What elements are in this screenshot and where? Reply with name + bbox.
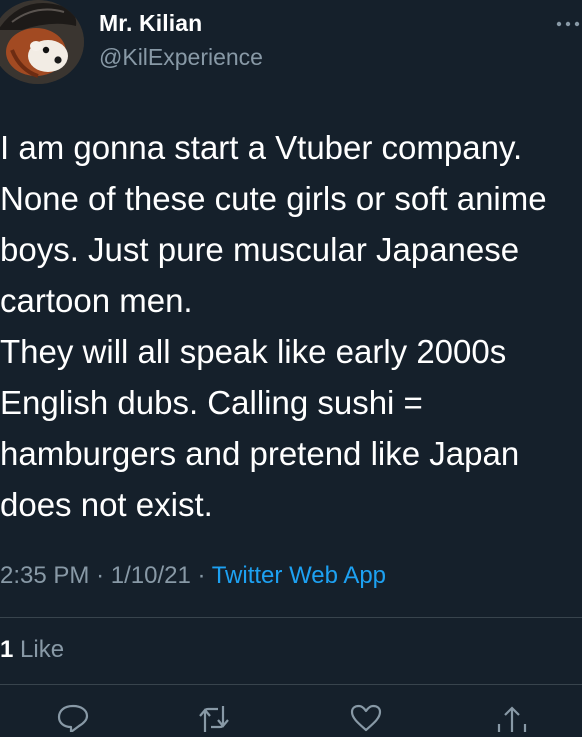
like-icon[interactable] [348, 702, 384, 732]
like-label: Like [20, 636, 65, 663]
reply-icon[interactable] [55, 702, 91, 734]
share-icon[interactable] [494, 702, 530, 732]
author-handle[interactable]: @KilExperience [99, 44, 263, 71]
divider [0, 684, 582, 685]
divider [0, 617, 582, 618]
tweet-source-link[interactable]: Twitter Web App [212, 562, 386, 589]
avatar[interactable] [0, 0, 84, 84]
tweet-date[interactable]: 1/10/21 [111, 562, 191, 589]
tweet-text: I am gonna start a Vtuber company. None … [0, 129, 547, 523]
more-horizontal-icon[interactable] [556, 14, 582, 34]
like-count: 1 [0, 636, 14, 663]
tweet-time[interactable]: 2:35 PM [0, 562, 89, 589]
tweet-meta: 2:35 PM · 1/10/21 · Twitter Web App [0, 562, 386, 590]
author-name[interactable]: Mr. Kilian [99, 10, 202, 37]
meta-separator: · [96, 562, 105, 589]
red-panda-avatar-image [0, 0, 84, 84]
meta-separator: · [197, 562, 206, 589]
likes-stat[interactable]: 1 Like [0, 636, 64, 664]
retweet-icon[interactable] [196, 702, 232, 732]
tweet-header: Mr. Kilian @KilExperience [0, 0, 582, 90]
